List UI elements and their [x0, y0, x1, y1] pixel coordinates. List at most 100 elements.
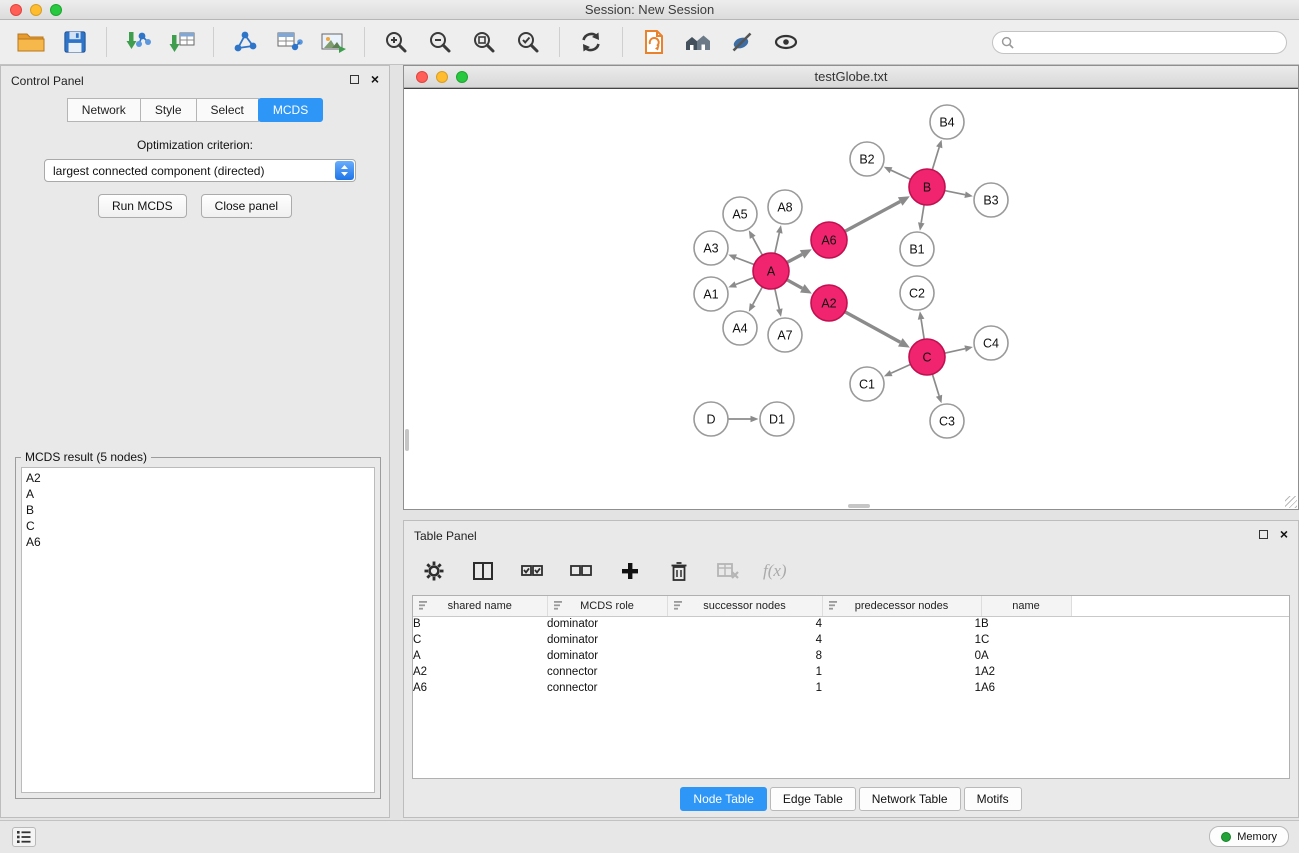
import-network-button[interactable]: [119, 23, 157, 61]
graph-edge-C-C2[interactable]: [921, 319, 924, 339]
tab-style[interactable]: Style: [140, 98, 197, 122]
refresh-button[interactable]: [572, 23, 610, 61]
annotation-button[interactable]: [635, 23, 673, 61]
graph-edge-A-A1[interactable]: [736, 277, 755, 284]
tab-select[interactable]: Select: [196, 98, 259, 122]
graph-node-B2[interactable]: B2: [850, 142, 884, 176]
cell-name[interactable]: B: [981, 616, 1071, 632]
column-header-shared-name[interactable]: shared name: [413, 596, 547, 616]
zoom-in-button[interactable]: [377, 23, 415, 61]
mcds-result-item[interactable]: A: [26, 486, 370, 502]
zoom-fit-button[interactable]: [465, 23, 503, 61]
cell-successor-nodes[interactable]: 4: [667, 616, 822, 632]
delete-table-button[interactable]: [714, 557, 742, 585]
mcds-result-list[interactable]: A2 A B C A6: [21, 467, 375, 793]
table-row[interactable]: B dominator 4 1 B: [413, 616, 1289, 632]
graph-node-C3[interactable]: C3: [930, 404, 964, 438]
cell-mcds-role[interactable]: connector: [547, 664, 667, 680]
close-network-window-button[interactable]: [416, 71, 428, 83]
cell-predecessor-nodes[interactable]: 1: [822, 664, 981, 680]
cell-predecessor-nodes[interactable]: 0: [822, 648, 981, 664]
home-button[interactable]: [679, 23, 717, 61]
cell-name[interactable]: C: [981, 632, 1071, 648]
select-all-button[interactable]: [518, 557, 546, 585]
cell-successor-nodes[interactable]: 1: [667, 664, 822, 680]
float-table-panel-icon[interactable]: [1259, 530, 1268, 539]
column-header-name[interactable]: name: [981, 596, 1071, 616]
graph-edge-B-B1[interactable]: [921, 205, 924, 223]
graph-edge-B-B2[interactable]: [891, 170, 911, 179]
show-columns-button[interactable]: [469, 557, 497, 585]
graph-node-B4[interactable]: B4: [930, 105, 964, 139]
column-header-predecessor-nodes[interactable]: predecessor nodes: [822, 596, 981, 616]
graphics-details-button[interactable]: [723, 23, 761, 61]
table-settings-button[interactable]: [420, 557, 448, 585]
graph-node-A2[interactable]: A2: [811, 285, 847, 321]
mcds-result-item[interactable]: C: [26, 518, 370, 534]
cell-name[interactable]: A: [981, 648, 1071, 664]
graph-node-C4[interactable]: C4: [974, 326, 1008, 360]
close-window-button[interactable]: [10, 4, 22, 16]
search-input[interactable]: [1019, 35, 1278, 49]
graph-edge-A-A7[interactable]: [775, 289, 780, 310]
cell-shared-name[interactable]: B: [413, 616, 547, 632]
minimize-network-window-button[interactable]: [436, 71, 448, 83]
graph-node-A1[interactable]: A1: [694, 277, 728, 311]
cell-mcds-role[interactable]: dominator: [547, 632, 667, 648]
graph-node-A7[interactable]: A7: [768, 318, 802, 352]
cell-name[interactable]: A2: [981, 664, 1071, 680]
graph-node-D[interactable]: D: [694, 402, 728, 436]
graph-edge-A6-B[interactable]: [845, 202, 900, 232]
graph-node-A5[interactable]: A5: [723, 197, 757, 231]
graph-edge-A-A2[interactable]: [787, 280, 803, 289]
graph-node-C2[interactable]: C2: [900, 276, 934, 310]
graph-edge-C-C1[interactable]: [891, 364, 910, 373]
cell-shared-name[interactable]: A: [413, 648, 547, 664]
tab-mcds[interactable]: MCDS: [258, 98, 323, 122]
mcds-result-item[interactable]: B: [26, 502, 370, 518]
minimize-window-button[interactable]: [30, 4, 42, 16]
cell-predecessor-nodes[interactable]: 1: [822, 680, 981, 696]
open-session-button[interactable]: [12, 23, 50, 61]
birds-eye-view-button[interactable]: [767, 23, 805, 61]
cell-mcds-role[interactable]: dominator: [547, 648, 667, 664]
criterion-dropdown[interactable]: largest connected component (directed): [44, 159, 356, 182]
tab-network-table[interactable]: Network Table: [859, 787, 961, 811]
save-session-button[interactable]: [56, 23, 94, 61]
cell-predecessor-nodes[interactable]: 1: [822, 632, 981, 648]
table-row[interactable]: A6 connector 1 1 A6: [413, 680, 1289, 696]
graph-node-A6[interactable]: A6: [811, 222, 847, 258]
search-field[interactable]: [992, 31, 1287, 54]
network-canvas[interactable]: B4B2BB3A5A8A6A3B1AA1C2A2A4A7CC4C1C3DD1: [404, 88, 1298, 509]
cell-successor-nodes[interactable]: 1: [667, 680, 822, 696]
new-network-table-button[interactable]: [270, 23, 308, 61]
close-table-panel-icon[interactable]: ×: [1280, 526, 1288, 542]
float-panel-icon[interactable]: [350, 75, 359, 84]
zoom-selected-button[interactable]: [509, 23, 547, 61]
close-panel-button[interactable]: Close panel: [201, 194, 292, 218]
graph-edge-A-A3[interactable]: [736, 258, 755, 265]
table-row[interactable]: A2 connector 1 1 A2: [413, 664, 1289, 680]
graph-edge-C-C4[interactable]: [945, 349, 966, 354]
new-network-button[interactable]: [226, 23, 264, 61]
graph-edge-A2-C[interactable]: [845, 312, 901, 343]
graph-node-A8[interactable]: A8: [768, 190, 802, 224]
table-row[interactable]: C dominator 4 1 C: [413, 632, 1289, 648]
graph-edge-A-A6[interactable]: [787, 254, 802, 262]
vertical-scrollbar-thumb[interactable]: [405, 429, 409, 451]
tab-motifs[interactable]: Motifs: [964, 787, 1022, 811]
column-header-mcds-role[interactable]: MCDS role: [547, 596, 667, 616]
cell-successor-nodes[interactable]: 4: [667, 632, 822, 648]
cell-successor-nodes[interactable]: 8: [667, 648, 822, 664]
function-builder-button[interactable]: f(x): [763, 561, 787, 581]
graph-node-C[interactable]: C: [909, 339, 945, 375]
task-history-button[interactable]: [12, 827, 36, 847]
graph-edge-C-C3[interactable]: [932, 374, 939, 396]
graph-edge-B-B4[interactable]: [932, 147, 939, 170]
memory-button[interactable]: Memory: [1209, 826, 1289, 847]
graph-edge-A-A4[interactable]: [753, 287, 763, 305]
graph-node-A[interactable]: A: [753, 253, 789, 289]
mcds-result-item[interactable]: A6: [26, 534, 370, 550]
graph-node-D1[interactable]: D1: [760, 402, 794, 436]
cell-shared-name[interactable]: C: [413, 632, 547, 648]
